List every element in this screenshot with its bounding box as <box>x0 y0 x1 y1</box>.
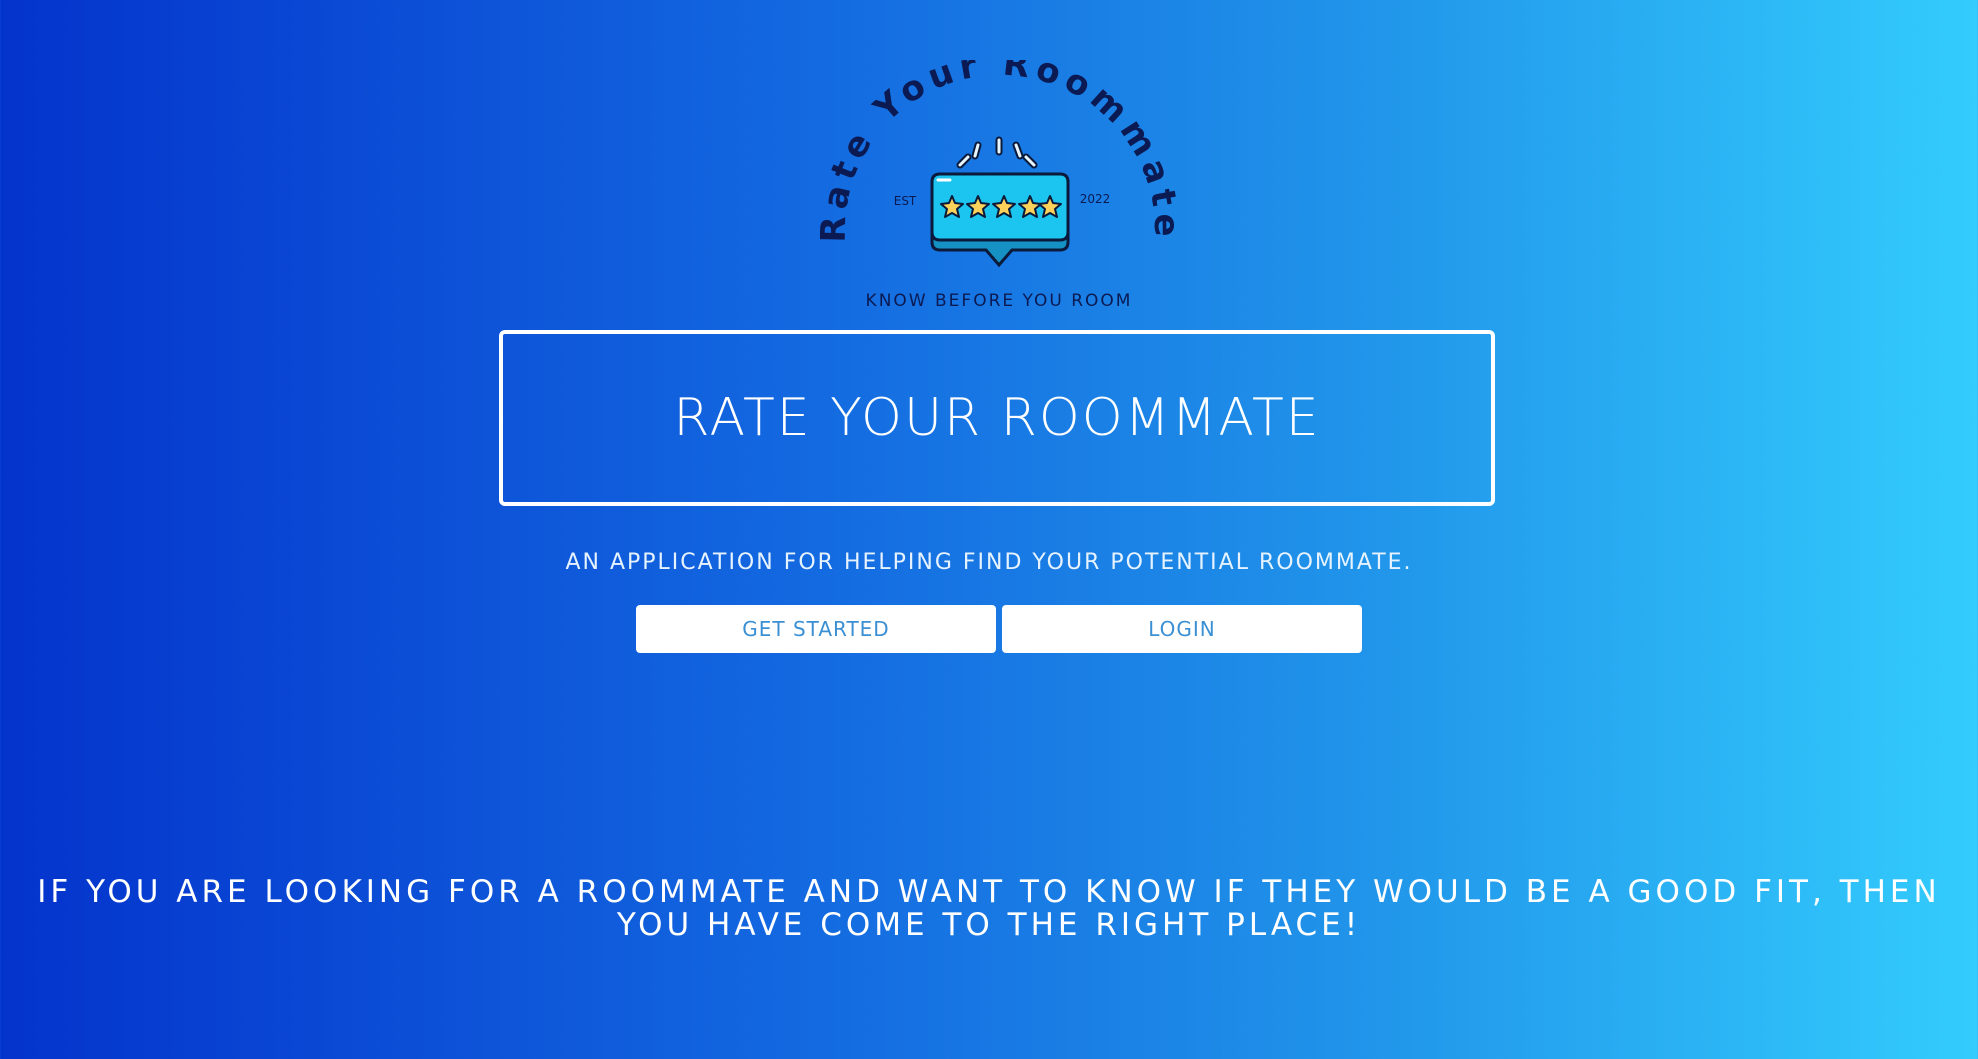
site-logo: Rate Your Roommate <box>820 60 1180 320</box>
logo-motto: KNOW BEFORE YOU ROOM <box>866 291 1133 311</box>
hero-banner: RATE YOUR ROOMMATE <box>499 330 1495 506</box>
login-button[interactable]: LOGIN <box>1002 605 1362 653</box>
sparkle-rays-icon <box>956 136 1038 169</box>
logo-year-label: 2022 <box>1080 192 1111 206</box>
cta-buttons: GET STARTED LOGIN <box>636 605 1362 653</box>
app-description: AN APPLICATION FOR HELPING FIND YOUR POT… <box>565 550 1413 575</box>
tagline: IF YOU ARE LOOKING FOR A ROOMMATE AND WA… <box>37 874 1941 943</box>
get-started-button[interactable]: GET STARTED <box>636 605 996 653</box>
hero-title: RATE YOUR ROOMMATE <box>673 388 1321 448</box>
logo-graphic: Rate Your Roommate <box>820 60 1180 311</box>
logo-est-label: EST <box>894 194 917 208</box>
rating-bubble-icon <box>930 172 1070 268</box>
